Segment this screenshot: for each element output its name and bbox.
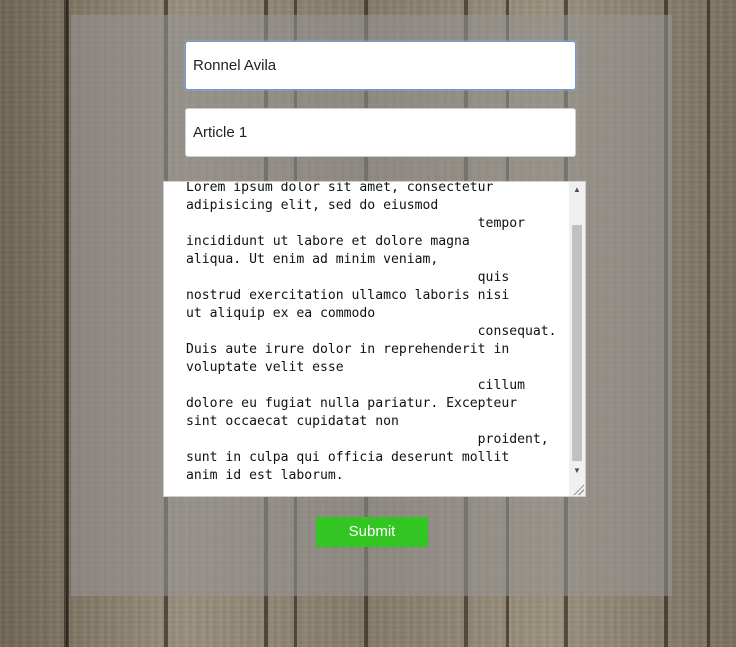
wood-plank-seam — [707, 0, 710, 647]
name-input[interactable] — [185, 41, 576, 90]
scroll-down-arrow-icon[interactable]: ▼ — [569, 463, 585, 479]
submit-button[interactable]: Submit — [316, 517, 428, 547]
scroll-up-arrow-icon[interactable]: ▲ — [569, 182, 585, 198]
article-body-text: Lorem ipsum dolor sit amet, consectetur … — [186, 181, 557, 483]
article-body-textarea[interactable]: Lorem ipsum dolor sit amet, consectetur … — [163, 181, 586, 497]
wood-plank-seam — [66, 0, 69, 647]
textarea-scrollbar[interactable]: ▲ ▼ — [569, 182, 585, 496]
resize-grip-icon[interactable] — [572, 483, 584, 495]
scrollbar-thumb[interactable] — [572, 225, 582, 461]
title-input[interactable] — [185, 108, 576, 157]
